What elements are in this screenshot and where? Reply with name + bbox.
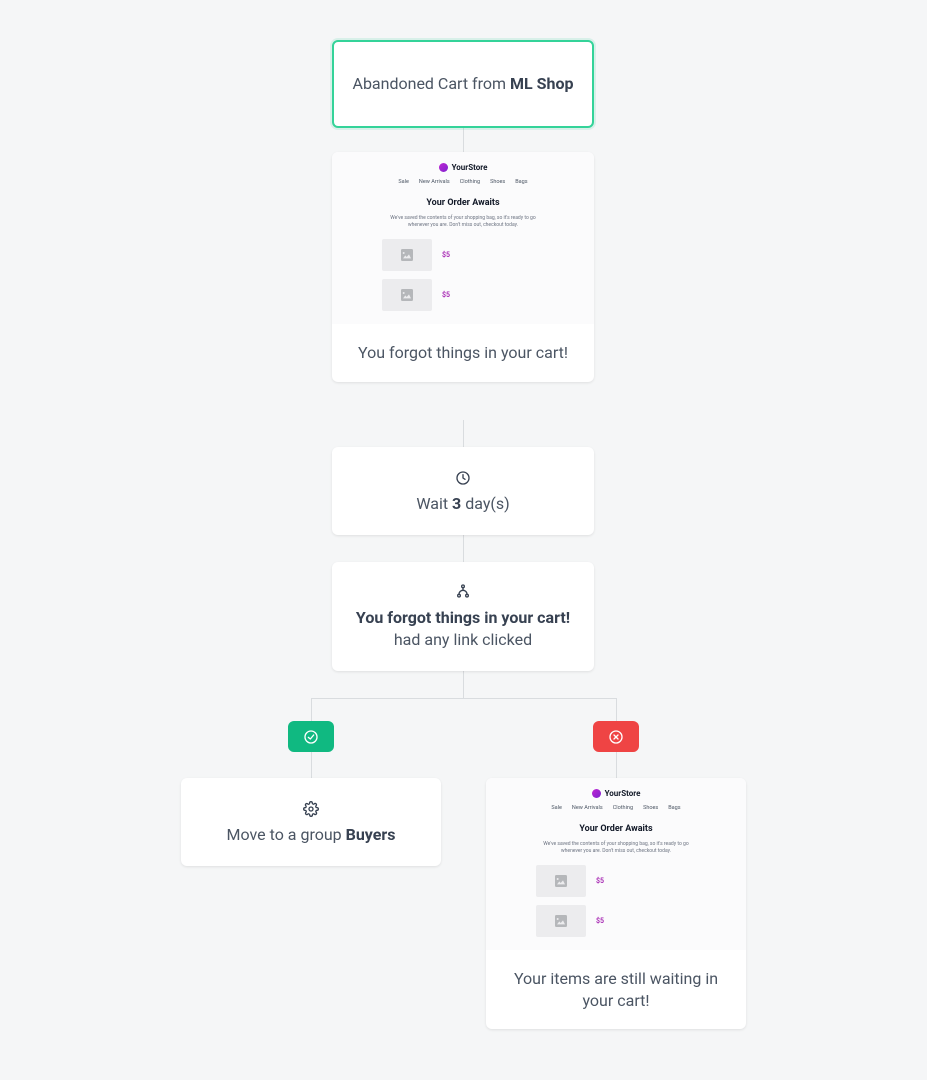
preview-item: $5 — [382, 239, 544, 271]
email-preview: YourStore Sale New Arrivals Clothing Sho… — [332, 152, 594, 324]
wait-suffix: day(s) — [461, 494, 509, 513]
condition-email-name: You forgot things in your cart! — [356, 608, 570, 627]
preview-price: $5 — [596, 917, 604, 925]
nav-item: Bags — [668, 805, 680, 811]
branch-yes-badge — [288, 721, 334, 752]
trigger-node[interactable]: Abandoned Cart from ML Shop — [332, 40, 594, 128]
nav-item: Bags — [515, 179, 527, 185]
wait-label: Wait 3 day(s) — [416, 494, 509, 513]
clock-icon — [455, 470, 471, 486]
preview-price: $5 — [596, 877, 604, 885]
preview-item: $5 — [536, 905, 696, 937]
nav-item: New Arrivals — [419, 179, 450, 185]
condition-label: You forgot things in your cart! had any … — [350, 607, 576, 650]
preview-item: $5 — [536, 865, 696, 897]
preview-header: YourStore — [439, 163, 488, 172]
branch-icon — [455, 583, 471, 599]
branch-no-badge — [593, 721, 639, 752]
email-caption: You forgot things in your cart! — [332, 324, 594, 382]
x-circle-icon — [608, 729, 624, 745]
trigger-prefix: Abandoned Cart from — [353, 74, 511, 93]
image-placeholder-icon — [382, 279, 432, 311]
preview-header: YourStore — [592, 789, 641, 798]
preview-price: $5 — [442, 251, 450, 259]
image-placeholder-icon — [382, 239, 432, 271]
nav-item: Shoes — [490, 179, 505, 185]
check-circle-icon — [303, 729, 319, 745]
nav-item: Clothing — [613, 805, 633, 811]
nav-item: Sale — [398, 179, 409, 185]
preview-items: $5 $5 — [536, 865, 696, 937]
wait-prefix: Wait — [416, 494, 452, 513]
gear-icon — [303, 801, 319, 817]
preview-headline: Your Order Awaits — [426, 198, 499, 208]
image-placeholder-icon — [536, 865, 586, 897]
preview-headline: Your Order Awaits — [579, 824, 652, 834]
nav-item: Clothing — [460, 179, 480, 185]
wait-node[interactable]: Wait 3 day(s) — [332, 447, 594, 535]
trigger-store-name: ML Shop — [510, 74, 573, 93]
store-brand: YourStore — [452, 163, 488, 172]
trigger-label: Abandoned Cart from ML Shop — [353, 73, 574, 95]
store-brand: YourStore — [605, 789, 641, 798]
preview-nav: Sale New Arrivals Clothing Shoes Bags — [551, 805, 680, 811]
store-logo-icon — [592, 789, 601, 798]
nav-item: Sale — [551, 805, 562, 811]
image-placeholder-icon — [536, 905, 586, 937]
preview-body-line: Don't miss out, checkout today. — [602, 848, 671, 854]
condition-node[interactable]: You forgot things in your cart! had any … — [332, 562, 594, 671]
action-group-name: Buyers — [346, 825, 396, 844]
wait-days: 3 — [452, 494, 461, 513]
preview-nav: Sale New Arrivals Clothing Shoes Bags — [398, 179, 527, 185]
preview-body-line: Don't miss out, checkout today. — [449, 222, 518, 228]
store-logo-icon — [439, 163, 448, 172]
action-prefix: Move to a group — [227, 825, 346, 844]
preview-body: We've saved the contents of your shoppin… — [388, 215, 538, 228]
nav-item: Shoes — [643, 805, 658, 811]
preview-body: We've saved the contents of your shoppin… — [541, 841, 691, 854]
email-node-2[interactable]: YourStore Sale New Arrivals Clothing Sho… — [486, 778, 746, 1029]
condition-suffix: had any link clicked — [394, 630, 532, 649]
email-preview: YourStore Sale New Arrivals Clothing Sho… — [486, 778, 746, 950]
preview-item: $5 — [382, 279, 544, 311]
preview-items: $5 $5 — [382, 239, 544, 311]
email-node-1[interactable]: YourStore Sale New Arrivals Clothing Sho… — [332, 152, 594, 382]
action-node-move-group[interactable]: Move to a group Buyers — [181, 778, 441, 866]
preview-price: $5 — [442, 291, 450, 299]
action-label: Move to a group Buyers — [227, 825, 396, 844]
email-caption: Your items are still waiting in your car… — [486, 950, 746, 1029]
nav-item: New Arrivals — [572, 805, 603, 811]
